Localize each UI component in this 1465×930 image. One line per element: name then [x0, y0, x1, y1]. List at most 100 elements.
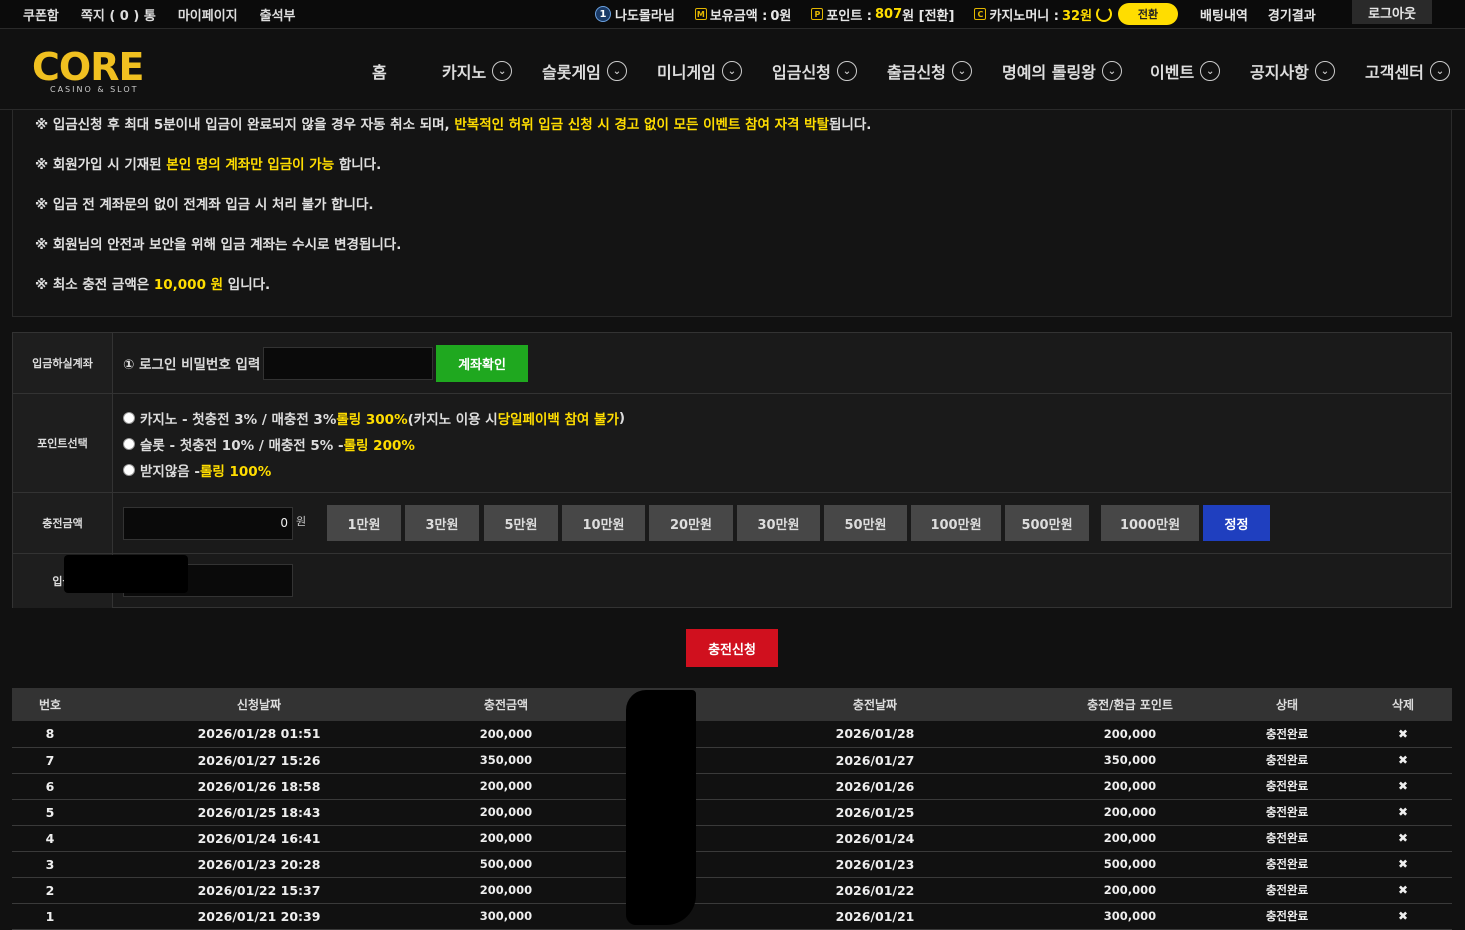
row-number: 8	[12, 721, 88, 748]
row-number: 6	[12, 773, 88, 800]
chevron-down-icon: ⌄	[951, 61, 972, 81]
deposit-notice: ※ 입금신청 후 최대 5분이내 입금이 완료되지 않을 경우 자동 취소 되며…	[12, 110, 1452, 317]
point-value: 807	[875, 6, 903, 22]
nav-home[interactable]: 홈	[372, 59, 387, 83]
row-status: 충전완료	[1220, 903, 1354, 930]
row-number: 5	[12, 799, 88, 826]
logout-button[interactable]: 로그아웃	[1352, 0, 1432, 24]
amount-10k-button[interactable]: 1만원	[327, 505, 401, 541]
attendance-link[interactable]: 출석부	[260, 5, 296, 24]
amount-50k-button[interactable]: 5만원	[484, 505, 558, 541]
amount-5m-button[interactable]: 500만원	[1005, 505, 1089, 541]
convert-button[interactable]: 전환	[1118, 3, 1179, 25]
logo[interactable]: CORE CASINO & SLOT	[32, 45, 144, 94]
row-points: 300,000	[1040, 903, 1220, 930]
nav-support[interactable]: 고객센터 ⌄	[1365, 59, 1450, 83]
amount-label: 충전금액	[13, 493, 113, 553]
amount-1m-button[interactable]: 100만원	[911, 505, 1001, 541]
delete-icon[interactable]: ✖	[1354, 851, 1452, 878]
amount-10m-button[interactable]: 1000만원	[1101, 505, 1199, 541]
row-points: 200,000	[1040, 825, 1220, 852]
point-option-slot[interactable]: 슬롯 - 첫충전 10% / 매충전 5% - 롤링 200%	[123, 434, 415, 454]
casino-value: 32원	[1061, 8, 1093, 24]
reset-button[interactable]: 정정	[1203, 505, 1270, 541]
username: 나도몰라님	[615, 8, 675, 24]
row-request-date: 2026/01/28 01:51	[88, 721, 430, 748]
results-link[interactable]: 경기결과	[1268, 5, 1316, 24]
table-header-row: 번호 신청날짜 충전금액 입금자 충전날짜 충전/환급 포인트 상태 삭제	[12, 688, 1452, 721]
password-label: ① 로그인 비밀번호 입력	[123, 357, 261, 373]
delete-icon[interactable]: ✖	[1354, 825, 1452, 852]
col-points: 충전/환급 포인트	[1040, 688, 1220, 721]
amount-100k-button[interactable]: 10만원	[562, 505, 645, 541]
table-row: 1 2026/01/21 20:39 300,000 2026/01/21 300,00…	[12, 903, 1452, 930]
nav-event[interactable]: 이벤트 ⌄	[1150, 59, 1221, 83]
row-amount: 200,000	[430, 721, 582, 748]
depositor-row: 입금	[13, 554, 1451, 608]
delete-icon[interactable]: ✖	[1354, 747, 1452, 774]
balance-value: 0원	[770, 8, 792, 24]
delete-icon[interactable]: ✖	[1354, 721, 1452, 748]
notice-line-2: ※ 회원가입 시 기재된 본인 명의 계좌만 입금이 가능 합니다.	[35, 157, 382, 173]
radio-button[interactable]	[123, 412, 135, 424]
won-unit: 원	[296, 515, 307, 528]
refresh-icon[interactable]	[1096, 6, 1113, 22]
row-points: 200,000	[1040, 721, 1220, 748]
row-points: 350,000	[1040, 747, 1220, 774]
amount-200k-button[interactable]: 20만원	[649, 505, 733, 541]
row-amount: 350,000	[430, 747, 582, 774]
amount-500k-button[interactable]: 50만원	[824, 505, 907, 541]
row-points: 200,000	[1040, 773, 1220, 800]
nav-notice[interactable]: 공지사항 ⌄	[1250, 59, 1335, 83]
row-request-date: 2026/01/25 18:43	[88, 799, 430, 826]
point-option-none[interactable]: 받지않음 - 롤링 100%	[123, 460, 271, 480]
logo-text: CORE	[32, 45, 144, 89]
nav-minigame[interactable]: 미니게임 ⌄	[657, 59, 742, 83]
password-input[interactable]	[263, 347, 433, 380]
charge-submit-button[interactable]: 충전신청	[686, 629, 778, 667]
mypage-link[interactable]: 마이페이지	[178, 5, 238, 24]
nav-withdraw[interactable]: 출금신청 ⌄	[887, 59, 972, 83]
nav-deposit[interactable]: 입금신청 ⌄	[772, 59, 857, 83]
row-amount: 300,000	[430, 903, 582, 930]
delete-icon[interactable]: ✖	[1354, 773, 1452, 800]
point-convert-link[interactable]: 원 [전환]	[902, 5, 954, 24]
table-row: 7 2026/01/27 15:26 350,000 2026/01/27 350,00…	[12, 747, 1452, 774]
row-request-date: 2026/01/24 16:41	[88, 825, 430, 852]
account-row: 입금하실계좌 ① 로그인 비밀번호 입력 계좌확인	[13, 333, 1451, 394]
radio-button[interactable]	[123, 464, 135, 476]
amount-row: 충전금액 0 원 1만원 3만원 5만원 10만원 20만원 30만원 50만원…	[13, 493, 1451, 554]
betting-link[interactable]: 배팅내역	[1200, 5, 1248, 24]
row-charge-date: 2026/01/23	[710, 851, 1040, 878]
amount-input[interactable]: 0	[123, 507, 293, 540]
row-status: 충전완료	[1220, 799, 1354, 826]
nav-casino[interactable]: 카지노 ⌄	[442, 59, 513, 83]
row-amount: 200,000	[430, 877, 582, 904]
point-option-casino[interactable]: 카지노 - 첫충전 3% / 매충전 3% 롤링 300% (카지노 이용 시 …	[123, 408, 625, 428]
delete-icon[interactable]: ✖	[1354, 799, 1452, 826]
row-status: 충전완료	[1220, 747, 1354, 774]
notice-line-5: ※ 최소 충전 금액은 10,000 원 입니다.	[35, 277, 271, 293]
row-number: 2	[12, 877, 88, 904]
row-charge-date: 2026/01/21	[710, 903, 1040, 930]
message-link[interactable]: 쪽지 ( 0 ) 통	[81, 5, 156, 24]
row-number: 3	[12, 851, 88, 878]
coupon-link[interactable]: 쿠폰함	[23, 5, 59, 24]
amount-300k-button[interactable]: 30만원	[737, 505, 820, 541]
nav-rolling-king[interactable]: 명예의 롤링왕 ⌄	[1002, 59, 1122, 83]
amount-30k-button[interactable]: 3만원	[405, 505, 479, 541]
row-request-date: 2026/01/23 20:28	[88, 851, 430, 878]
delete-icon[interactable]: ✖	[1354, 877, 1452, 904]
nav-slot[interactable]: 슬롯게임 ⌄	[542, 59, 627, 83]
account-check-button[interactable]: 계좌확인	[436, 345, 528, 382]
notice-line-1: ※ 입금신청 후 최대 5분이내 입금이 완료되지 않을 경우 자동 취소 되며…	[35, 117, 872, 133]
row-status: 충전완료	[1220, 877, 1354, 904]
chevron-down-icon: ⌄	[1314, 61, 1335, 81]
notice-line-4: ※ 회원님의 안전과 보안을 위해 입금 계좌는 수시로 변경됩니다.	[35, 237, 402, 253]
radio-button[interactable]	[123, 438, 135, 450]
delete-icon[interactable]: ✖	[1354, 903, 1452, 930]
deposit-history-table: 번호 신청날짜 충전금액 입금자 충전날짜 충전/환급 포인트 상태 삭제 82…	[12, 688, 1452, 930]
row-amount: 200,000	[430, 799, 582, 826]
row-request-date: 2026/01/22 15:37	[88, 877, 430, 904]
col-status: 상태	[1220, 688, 1354, 721]
